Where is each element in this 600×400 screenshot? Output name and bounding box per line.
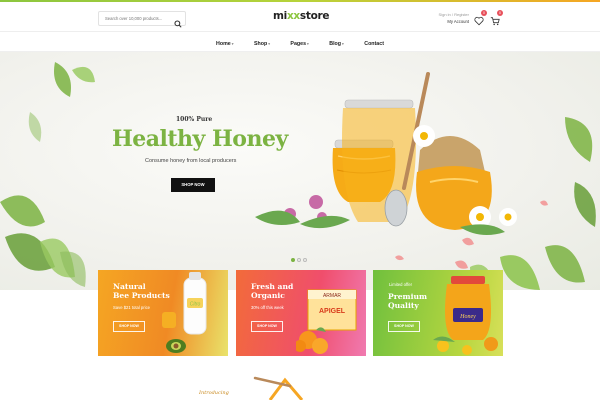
chevron-down-icon: ▾ — [307, 42, 309, 46]
account-links[interactable]: Sign in / Register My Account — [429, 12, 469, 24]
promo-title: Natural Bee Products — [113, 282, 183, 300]
promo-title: Fresh and Organic — [251, 282, 321, 300]
slider-dot[interactable] — [291, 258, 295, 262]
promo-title-line2: Bee Products — [113, 291, 170, 300]
wishlist-count-badge: 0 — [481, 10, 487, 16]
promo-title-line2: Organic — [251, 291, 285, 300]
nav-item-shop[interactable]: Shop▾ — [254, 41, 270, 47]
promo-card-fresh-organic[interactable]: ARMAR APIGEL Fresh and Organic 30% off th… — [236, 270, 366, 356]
promo-text: 30% off this week — [251, 305, 284, 310]
my-account-link[interactable]: My Account — [429, 19, 469, 25]
jar-label: Honey — [459, 314, 476, 320]
promo-eyebrow: Limited offer — [389, 282, 412, 287]
promo-text: Save $21 total price — [113, 305, 151, 310]
logo-prefix: mi — [273, 10, 287, 22]
signin-link[interactable]: Sign in / Register — [429, 12, 469, 18]
search-icon[interactable] — [174, 15, 182, 28]
nav-item-blog[interactable]: Blog▾ — [329, 41, 344, 47]
cart-count-badge: 0 — [497, 10, 503, 16]
promo-title-line2: Quality — [388, 301, 419, 310]
slider-dot[interactable] — [303, 258, 307, 262]
promo-card-bee-products[interactable]: Citro Natural Bee Products Save $21 total… — [98, 270, 228, 356]
bottle-label: Citro — [190, 302, 201, 308]
promo-card-premium-quality[interactable]: Honey Limited offer Premium Quality SHOP … — [373, 270, 503, 356]
hero-title: Healthy Honey — [112, 126, 288, 152]
hero-text: Consume honey from local producers — [145, 158, 237, 164]
promo-title-line1: Natural — [113, 282, 146, 291]
site-logo[interactable]: mixxstore — [273, 10, 330, 22]
chevron-down-icon: ▾ — [231, 42, 234, 46]
premium-honey-illustration: Honey — [433, 276, 498, 355]
intro-text: Introducing — [199, 390, 229, 396]
box-name: APIGEL — [319, 308, 346, 315]
hero-subtitle: 100% Pure — [176, 116, 213, 123]
nav-item-contact[interactable]: Contact — [364, 41, 384, 47]
promo-title: Premium Quality — [388, 292, 458, 310]
promo-title-line1: Fresh and — [251, 282, 294, 291]
chevron-down-icon: ▾ — [268, 42, 270, 46]
nav-label: Home — [216, 41, 231, 47]
site-header: mixxstore Sign in / Register My Account … — [0, 2, 600, 32]
wishlist-heart-icon[interactable]: 0 — [474, 10, 487, 26]
chevron-down-icon: ▾ — [342, 42, 344, 46]
promo-shop-now-button[interactable]: SHOP NOW — [113, 321, 145, 332]
logo-suffix: store — [299, 10, 330, 22]
hero-shop-now-button[interactable]: SHOP NOW — [171, 178, 215, 192]
slider-dots — [290, 249, 308, 267]
box-brand: ARMAR — [323, 293, 341, 299]
nav-label: Contact — [364, 41, 384, 47]
cart-icon[interactable]: 0 — [490, 10, 503, 26]
slider-dot[interactable] — [297, 258, 301, 262]
nav-item-home[interactable]: Home▾ — [216, 41, 233, 47]
promo-shop-now-button[interactable]: SHOP NOW — [388, 321, 420, 332]
hero-slider: 100% Pure Healthy Honey Consume honey fr… — [0, 52, 600, 290]
nav-label: Pages — [290, 41, 307, 47]
search-input[interactable] — [99, 12, 171, 25]
logo-x: xx — [286, 10, 300, 22]
nav-label: Shop — [253, 41, 268, 47]
nav-label: Blog — [329, 41, 342, 47]
honey-dipper-illustration — [253, 376, 304, 400]
search-box — [98, 11, 186, 28]
main-nav: Home▾ Shop▾ Pages▾ Blog▾ Contact — [0, 32, 600, 51]
promo-shop-now-button[interactable]: SHOP NOW — [251, 321, 283, 332]
nav-item-pages[interactable]: Pages▾ — [290, 41, 308, 47]
promo-title-line1: Premium — [388, 292, 428, 301]
